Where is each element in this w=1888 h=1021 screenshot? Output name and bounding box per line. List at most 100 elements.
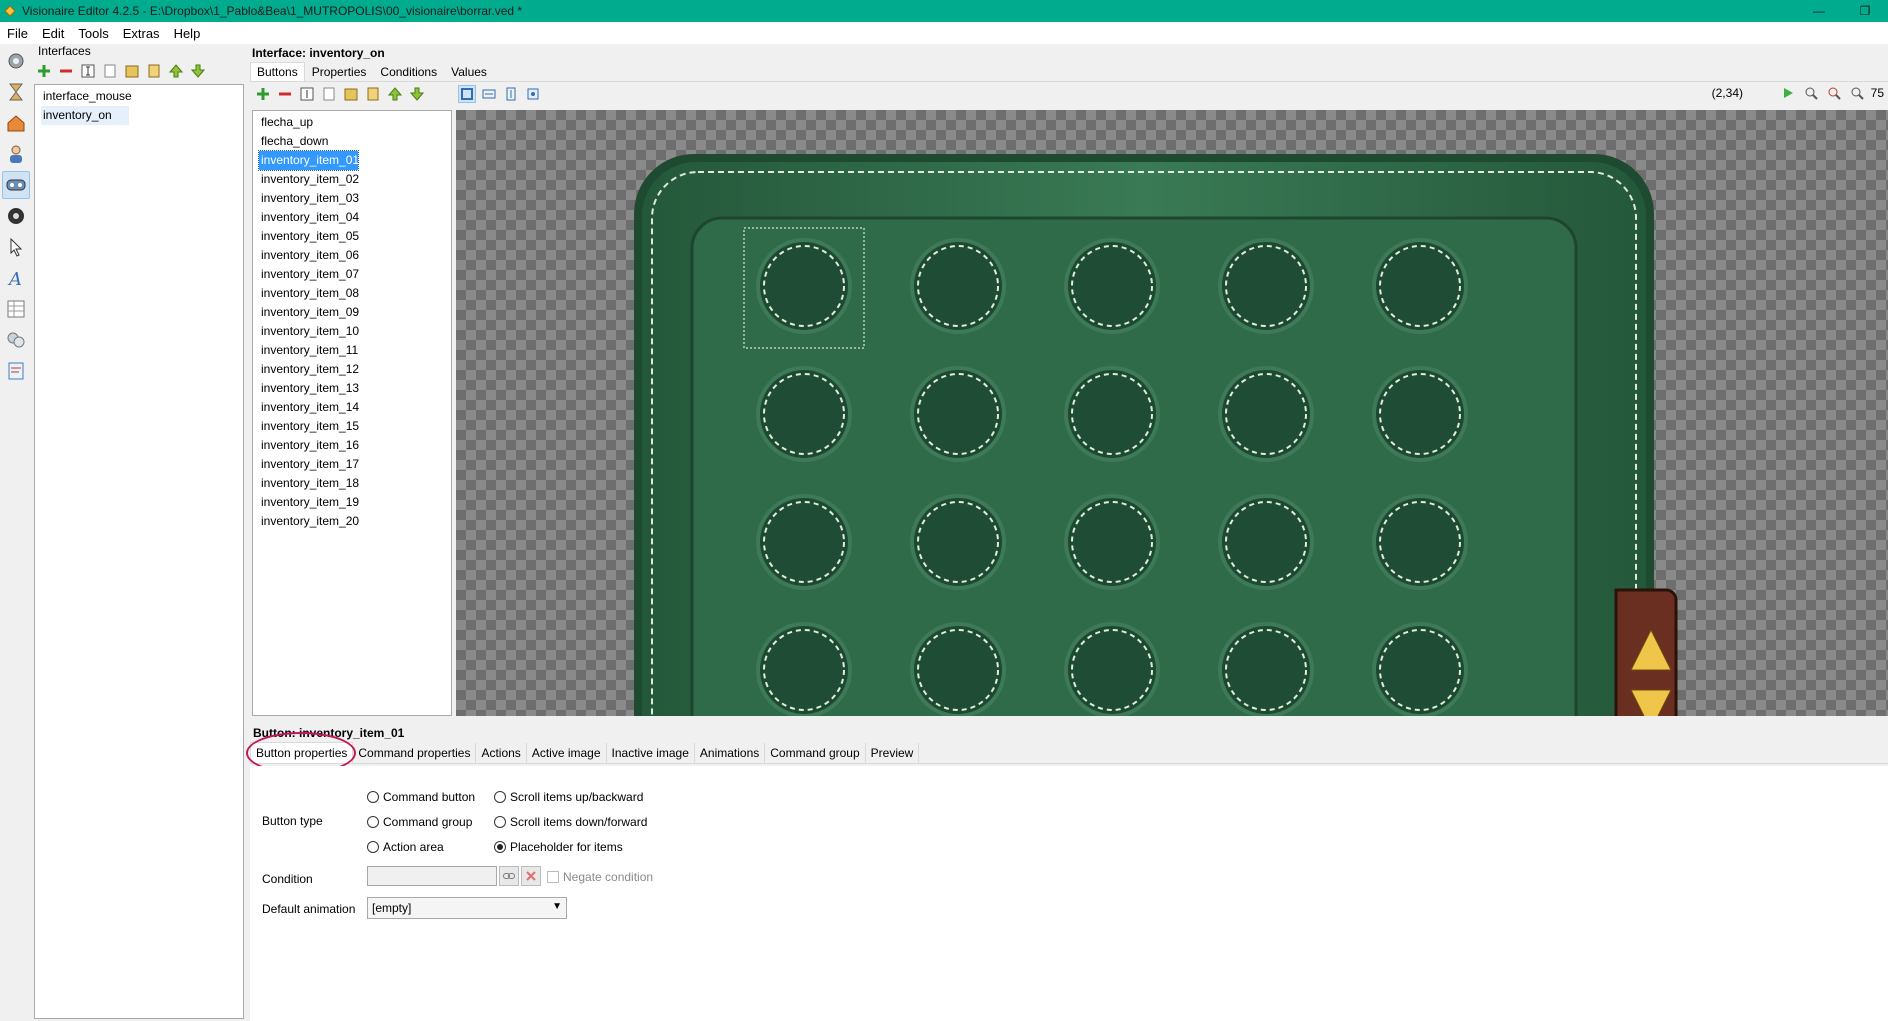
table-icon[interactable]	[2, 295, 30, 323]
zoom-out-icon[interactable]	[1848, 84, 1866, 102]
tab-inactive-image[interactable]: Inactive image	[607, 743, 695, 763]
button-list-item[interactable]: inventory_item_01	[258, 150, 359, 171]
button-list-item[interactable]: inventory_item_04	[259, 208, 445, 227]
object-icon[interactable]	[2, 202, 30, 230]
inventory-slot-stitch	[1071, 501, 1153, 583]
menu-help[interactable]: Help	[167, 26, 208, 41]
clear-condition-button[interactable]	[521, 866, 541, 886]
button-list-item[interactable]: flecha_down	[259, 132, 445, 151]
script-icon[interactable]	[2, 357, 30, 385]
copy-icon[interactable]	[320, 85, 338, 103]
clipboard-icon[interactable]	[145, 62, 163, 80]
tab-preview[interactable]: Preview	[866, 743, 920, 763]
radio-dot[interactable]	[494, 816, 506, 828]
move-up-icon[interactable]	[386, 85, 404, 103]
radio-action-area[interactable]: Action area	[367, 840, 444, 854]
zoom-reset-icon[interactable]	[1825, 84, 1843, 102]
button-list-item[interactable]: inventory_item_13	[259, 379, 445, 398]
paste-icon[interactable]	[342, 85, 360, 103]
paste-icon[interactable]	[123, 62, 141, 80]
tab-command-group[interactable]: Command group	[765, 743, 866, 763]
button-list-item[interactable]: inventory_item_18	[259, 474, 445, 493]
center-view-icon[interactable]	[524, 85, 542, 103]
tab-animations[interactable]: Animations	[695, 743, 766, 763]
tab-conditions[interactable]: Conditions	[373, 62, 444, 81]
tab-command-properties[interactable]: Command properties	[353, 743, 477, 763]
tab-values[interactable]: Values	[444, 62, 494, 81]
radio-scroll-up[interactable]: Scroll items up/backward	[494, 790, 643, 804]
minimize-button[interactable]: —	[1796, 0, 1842, 22]
interface-canvas[interactable]	[456, 110, 1888, 716]
add-button-icon[interactable]	[254, 85, 272, 103]
button-list-item[interactable]: inventory_item_10	[259, 322, 445, 341]
radio-placeholder[interactable]: Placeholder for items	[494, 840, 623, 854]
default-animation-select[interactable]: [empty] ▼	[367, 897, 567, 919]
button-list-item[interactable]: inventory_item_11	[259, 341, 445, 360]
hourglass-icon[interactable]	[2, 78, 30, 106]
move-down-icon[interactable]	[189, 62, 207, 80]
button-list-item[interactable]: inventory_item_20	[259, 512, 445, 531]
button-list-item[interactable]: flecha_up	[259, 113, 445, 132]
font-icon[interactable]: A	[2, 264, 30, 292]
move-down-icon[interactable]	[408, 85, 426, 103]
settings-icon[interactable]	[2, 47, 30, 75]
radio-dot[interactable]	[367, 816, 379, 828]
button-list-item[interactable]: inventory_item_05	[259, 227, 445, 246]
fit-height-icon[interactable]	[502, 85, 520, 103]
button-list-item[interactable]: inventory_item_06	[259, 246, 445, 265]
condition-field[interactable]	[367, 866, 497, 886]
button-list-item[interactable]: inventory_item_02	[259, 170, 445, 189]
particles-icon[interactable]	[2, 326, 30, 354]
button-list-item[interactable]: inventory_item_07	[259, 265, 445, 284]
clipboard-icon[interactable]	[364, 85, 382, 103]
remove-icon[interactable]	[57, 62, 75, 80]
character-icon[interactable]	[2, 140, 30, 168]
menu-edit[interactable]: Edit	[35, 26, 71, 41]
interfaces-icon[interactable]	[2, 171, 30, 199]
menu-extras[interactable]: Extras	[116, 26, 167, 41]
negate-condition-checkbox[interactable]: Negate condition	[547, 870, 653, 884]
rename-icon[interactable]	[298, 85, 316, 103]
move-up-icon[interactable]	[167, 62, 185, 80]
radio-command-button[interactable]: Command button	[367, 790, 475, 804]
checkbox-label: Negate condition	[563, 870, 654, 884]
scene-icon[interactable]	[2, 109, 30, 137]
interface-item-inventory-on[interactable]: inventory_on	[41, 106, 129, 125]
play-icon[interactable]	[1779, 84, 1797, 102]
tab-properties[interactable]: Properties	[305, 62, 374, 81]
chevron-down-icon: ▼	[552, 901, 562, 912]
tab-actions[interactable]: Actions	[476, 743, 527, 763]
rename-icon[interactable]	[79, 62, 97, 80]
add-icon[interactable]	[35, 62, 53, 80]
fit-width-icon[interactable]	[480, 85, 498, 103]
menu-file[interactable]: File	[0, 26, 35, 41]
button-list-item[interactable]: inventory_item_19	[259, 493, 445, 512]
button-list-item[interactable]: inventory_item_09	[259, 303, 445, 322]
button-list-item[interactable]: inventory_item_14	[259, 398, 445, 417]
radio-dot[interactable]	[367, 791, 379, 803]
button-list-item[interactable]: inventory_item_15	[259, 417, 445, 436]
remove-button-icon[interactable]	[276, 85, 294, 103]
radio-dot-selected[interactable]	[494, 841, 506, 853]
copy-icon[interactable]	[101, 62, 119, 80]
tab-buttons[interactable]: Buttons	[250, 62, 305, 81]
restore-button[interactable]: ❐	[1842, 0, 1888, 22]
radio-command-group[interactable]: Command group	[367, 815, 472, 829]
button-list-item[interactable]: inventory_item_03	[259, 189, 445, 208]
radio-dot[interactable]	[367, 841, 379, 853]
button-list-item[interactable]: inventory_item_17	[259, 455, 445, 474]
button-list-item[interactable]: inventory_item_08	[259, 284, 445, 303]
radio-scroll-down[interactable]: Scroll items down/forward	[494, 815, 647, 829]
button-list-item[interactable]: inventory_item_16	[259, 436, 445, 455]
tab-active-image[interactable]: Active image	[527, 743, 607, 763]
radio-dot[interactable]	[494, 791, 506, 803]
tab-button-properties[interactable]: Button properties	[250, 742, 354, 763]
zoom-in-icon[interactable]	[1802, 84, 1820, 102]
checkbox-box[interactable]	[547, 871, 559, 883]
button-list-item[interactable]: inventory_item_12	[259, 360, 445, 379]
select-rect-icon[interactable]	[458, 85, 476, 103]
link-condition-button[interactable]	[499, 866, 519, 886]
interface-item-interface-mouse[interactable]: interface_mouse	[41, 87, 237, 106]
menu-tools[interactable]: Tools	[71, 26, 115, 41]
cursor-icon[interactable]	[2, 233, 30, 261]
